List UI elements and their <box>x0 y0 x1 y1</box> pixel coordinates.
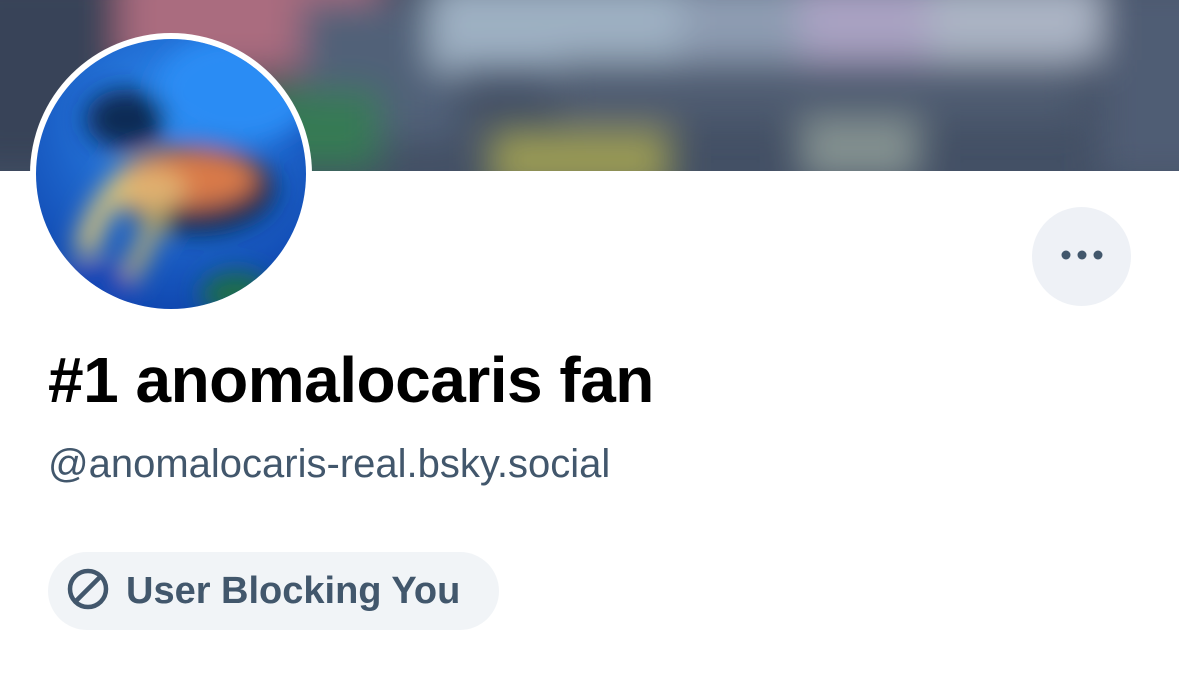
avatar-border <box>30 33 312 315</box>
blocking-status-badge: User Blocking You <box>48 552 499 630</box>
profile-handle: @anomalocaris-real.bsky.social <box>48 442 611 486</box>
more-options-button[interactable] <box>1032 207 1131 306</box>
blocking-status-label: User Blocking You <box>126 569 461 612</box>
avatar[interactable] <box>36 39 306 309</box>
profile-header: #1 anomalocaris fan @anomalocaris-real.b… <box>0 0 1179 679</box>
display-name: #1 anomalocaris fan <box>48 344 654 416</box>
more-horizontal-icon <box>1060 248 1104 266</box>
block-icon <box>66 567 110 616</box>
